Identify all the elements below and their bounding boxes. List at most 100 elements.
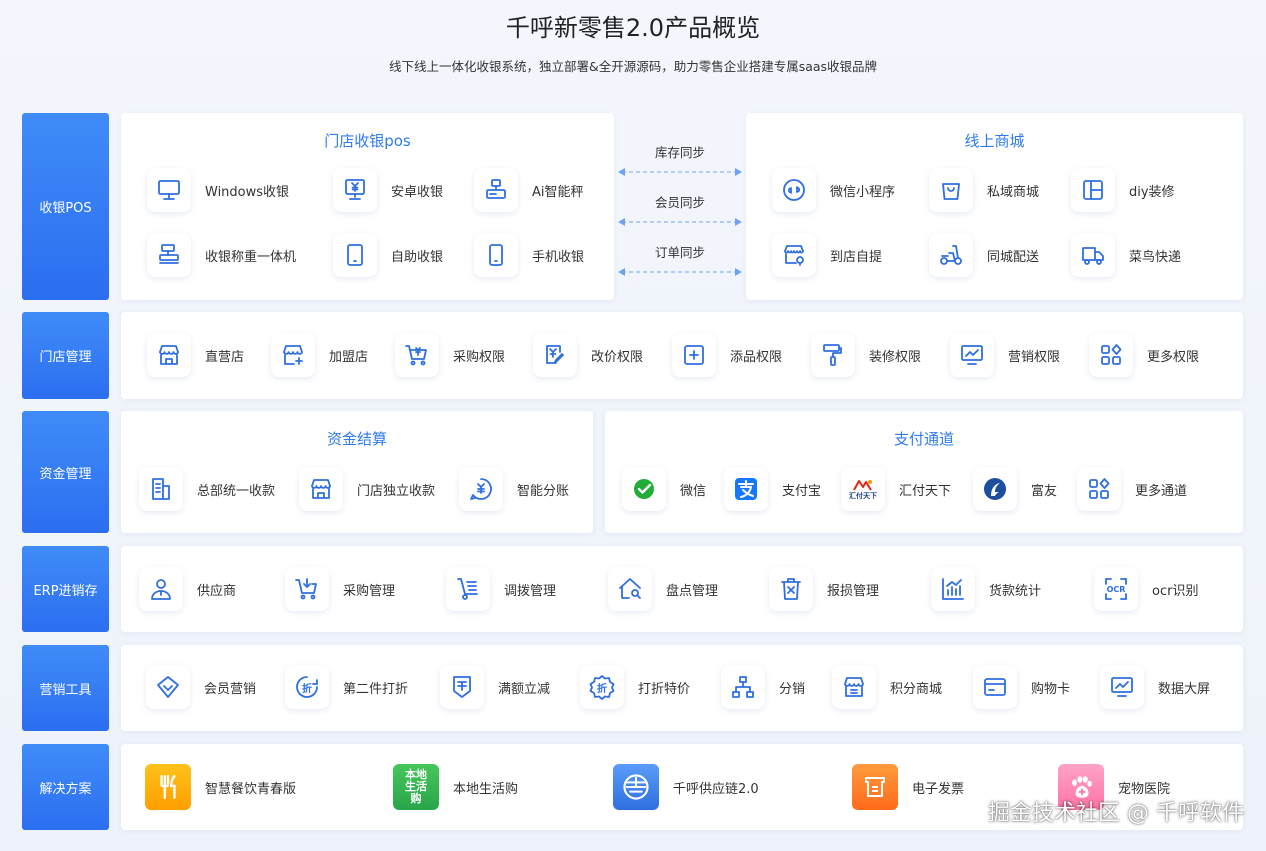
mini-program-icon bbox=[772, 168, 816, 212]
truck-icon bbox=[1071, 233, 1115, 277]
settlement-item[interactable]: 智能分账 bbox=[459, 467, 569, 511]
trash-icon bbox=[769, 567, 813, 611]
sync-member: 会员同步 bbox=[618, 192, 742, 231]
payment-item[interactable]: 更多通道 bbox=[1077, 467, 1187, 511]
scooter-icon bbox=[929, 233, 973, 277]
solution-item[interactable]: 智慧餐饮青春版 bbox=[145, 764, 296, 810]
erp-item[interactable]: OCR ocr识别 bbox=[1094, 567, 1198, 611]
erp-item[interactable]: 采购管理 bbox=[285, 567, 395, 611]
pos-online-panel: 线上商城 微信小程序 私域商城 diy装修 到店自提 同城配送 菜鸟快递 bbox=[746, 113, 1243, 300]
diamond-icon bbox=[146, 665, 190, 709]
fuiou-logo-icon bbox=[973, 467, 1017, 511]
payment-item[interactable]: 富友 bbox=[973, 467, 1057, 511]
alipay-icon bbox=[724, 467, 768, 511]
marketing-item[interactable]: 购物卡 bbox=[973, 665, 1070, 709]
online-item[interactable]: 同城配送 bbox=[929, 233, 1039, 277]
layout-icon bbox=[1071, 168, 1115, 212]
paint-roller-icon bbox=[811, 333, 855, 377]
store-item[interactable]: 直营店 bbox=[147, 333, 244, 377]
settlement-item[interactable]: 门店独立收款 bbox=[299, 467, 435, 511]
document-icon bbox=[139, 467, 183, 511]
row-label-pos: 收银POS bbox=[22, 113, 109, 300]
pos-item[interactable]: 安卓收银 bbox=[333, 168, 443, 212]
pos-item[interactable]: Ai智能秤 bbox=[474, 168, 584, 212]
settlement-title: 资金结算 bbox=[326, 430, 387, 448]
marketing-panel: 会员营销 折 第二件打折 满额立减 折 打折特价 分销 积分商城 购物卡 数据大… bbox=[121, 645, 1243, 731]
erp-item[interactable]: 盘点管理 bbox=[608, 567, 718, 611]
discount-glyph: 折 bbox=[597, 683, 607, 695]
solution-item[interactable]: 本地生活购 本地生活购 bbox=[393, 764, 518, 810]
yuan-chat-icon bbox=[459, 467, 503, 511]
supplier-icon bbox=[139, 567, 183, 611]
sync-inventory: 库存同步 bbox=[618, 142, 742, 181]
store-icon bbox=[299, 467, 343, 511]
store-panel: 直营店 加盟店 采购权限 改价权限 添品权限 装修权限 营销权限 更多权限 bbox=[121, 312, 1243, 399]
row-label-store: 门店管理 bbox=[22, 312, 109, 399]
erp-item[interactable]: 报损管理 bbox=[769, 567, 879, 611]
store-item[interactable]: 装修权限 bbox=[811, 333, 921, 377]
row-label-marketing: 营销工具 bbox=[22, 645, 109, 731]
row-label-solutions: 解决方案 bbox=[22, 744, 109, 830]
store-item[interactable]: 更多权限 bbox=[1089, 333, 1199, 377]
double-arrow-icon bbox=[618, 168, 742, 176]
second-discount-icon: 折 bbox=[285, 665, 329, 709]
store-pickup-icon bbox=[772, 233, 816, 277]
invoice-icon bbox=[852, 764, 898, 810]
huifu-logo-text: 汇付天下 bbox=[849, 491, 877, 500]
double-arrow-icon bbox=[618, 268, 742, 276]
payment-title: 支付通道 bbox=[893, 430, 954, 448]
phone-icon bbox=[474, 233, 518, 277]
erp-item[interactable]: 货款统计 bbox=[931, 567, 1041, 611]
payment-item[interactable]: 微信 bbox=[622, 467, 706, 511]
pos-terminal-icon bbox=[147, 233, 191, 277]
sync-order: 订单同步 bbox=[618, 242, 742, 281]
hand-truck-icon bbox=[446, 567, 490, 611]
store-item[interactable]: 加盟店 bbox=[271, 333, 368, 377]
online-item[interactable]: 微信小程序 bbox=[772, 168, 895, 212]
wechat-pay-icon bbox=[622, 467, 666, 511]
points-store-icon bbox=[832, 665, 876, 709]
pos-item[interactable]: Windows收银 bbox=[147, 168, 289, 212]
store-item[interactable]: 营销权限 bbox=[950, 333, 1060, 377]
store-item[interactable]: 添品权限 bbox=[672, 333, 782, 377]
online-item[interactable]: 菜鸟快递 bbox=[1071, 233, 1181, 277]
row-label-finance: 资金管理 bbox=[22, 411, 109, 533]
fork-knife-icon bbox=[145, 764, 191, 810]
pos-offline-title: 门店收银pos bbox=[324, 132, 411, 150]
pos-item[interactable]: 自助收银 bbox=[333, 233, 443, 277]
marketing-item[interactable]: 积分商城 bbox=[832, 665, 942, 709]
discount-badge-icon: 折 bbox=[580, 665, 624, 709]
online-item[interactable]: 到店自提 bbox=[772, 233, 882, 277]
payment-item[interactable]: 汇付天下 汇付天下 bbox=[841, 467, 951, 511]
card-icon bbox=[973, 665, 1017, 709]
store-add-icon bbox=[271, 333, 315, 377]
erp-item[interactable]: 供应商 bbox=[139, 567, 236, 611]
online-item[interactable]: diy装修 bbox=[1071, 168, 1175, 212]
solution-item[interactable]: 千呼供应链2.0 bbox=[613, 764, 759, 810]
erp-item[interactable]: 调拨管理 bbox=[446, 567, 556, 611]
home-search-icon bbox=[608, 567, 652, 611]
marketing-item[interactable]: 分销 bbox=[721, 665, 805, 709]
shopping-bag-icon bbox=[929, 168, 973, 212]
dashboard-icon bbox=[1100, 665, 1144, 709]
settlement-item[interactable]: 总部统一收款 bbox=[139, 467, 275, 511]
solution-item[interactable]: 电子发票 bbox=[852, 764, 964, 810]
pos-item[interactable]: 手机收银 bbox=[474, 233, 584, 277]
marketing-item[interactable]: 折 第二件打折 bbox=[285, 665, 408, 709]
payment-panel: 支付通道 微信 支付宝 汇付天下 汇付天下 富友 更多通道 bbox=[605, 411, 1243, 533]
row-label-erp: ERP进销存 bbox=[22, 546, 109, 632]
cart-yuan-icon bbox=[395, 333, 439, 377]
marketing-item[interactable]: 满额立减 bbox=[440, 665, 550, 709]
payment-item[interactable]: 支付宝 bbox=[724, 467, 821, 511]
local-life-logo-icon: 本地生活购 bbox=[393, 764, 439, 810]
marketing-item[interactable]: 会员营销 bbox=[146, 665, 256, 709]
pos-item[interactable]: 收银称重一体机 bbox=[147, 233, 296, 277]
store-item[interactable]: 采购权限 bbox=[395, 333, 505, 377]
marketing-item[interactable]: 数据大屏 bbox=[1100, 665, 1210, 709]
online-item[interactable]: 私域商城 bbox=[929, 168, 1039, 212]
erp-panel: 供应商 采购管理 调拨管理 盘点管理 报损管理 货款统计 OCR ocr识别 bbox=[121, 546, 1243, 632]
marketing-item[interactable]: 折 打折特价 bbox=[580, 665, 690, 709]
store-item[interactable]: 改价权限 bbox=[533, 333, 643, 377]
tablet-icon bbox=[333, 233, 377, 277]
hierarchy-icon bbox=[721, 665, 765, 709]
